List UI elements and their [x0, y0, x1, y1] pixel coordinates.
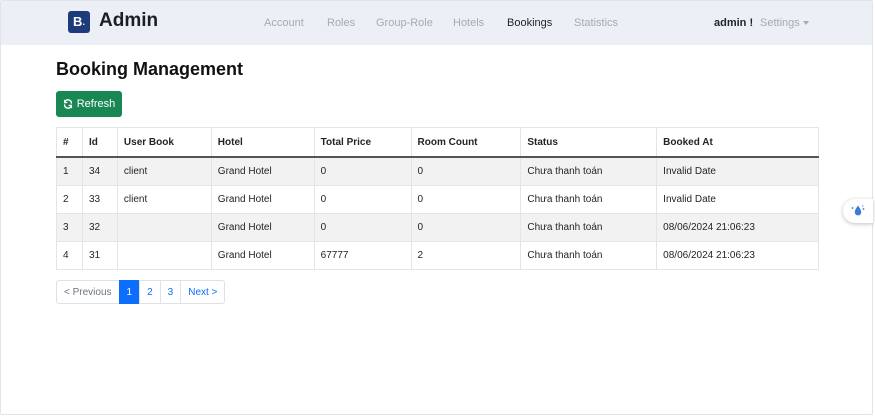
- nav-link-account[interactable]: Account: [264, 17, 304, 29]
- cell-total-price: 0: [313, 185, 412, 214]
- column-header-booked-at: Booked At: [656, 127, 819, 158]
- cell-id: 32: [81, 213, 118, 242]
- cell-hotel: Grand Hotel: [210, 241, 315, 270]
- pagination-next[interactable]: Next >: [180, 280, 226, 304]
- cell-booked-at: 08/06/2024 21:06:23: [656, 213, 819, 242]
- settings-dropdown[interactable]: Settings: [760, 17, 809, 29]
- nav-link-bookings[interactable]: Bookings: [507, 17, 552, 29]
- cell-status: Chưa thanh toán: [520, 156, 658, 186]
- nav-link-hotels[interactable]: Hotels: [453, 17, 484, 29]
- column-header-total-price: Total Price: [313, 127, 412, 158]
- cell-booked-at: Invalid Date: [656, 185, 819, 214]
- cell-status: Chưa thanh toán: [520, 213, 658, 242]
- cell-user-book: [116, 241, 212, 270]
- water-drop-icon: [851, 205, 865, 216]
- nav-link-roles[interactable]: Roles: [327, 17, 355, 29]
- pagination-page-1[interactable]: 1: [118, 280, 141, 304]
- bookings-table: # Id User Book Hotel Total Price Room Co…: [56, 127, 819, 270]
- cell-room-count: 0: [410, 213, 522, 242]
- column-header-index: #: [56, 127, 83, 158]
- column-header-room-count: Room Count: [410, 127, 522, 158]
- nav-link-group-role[interactable]: Group-Role: [376, 17, 433, 29]
- refresh-label: Refresh: [76, 98, 116, 110]
- chevron-down-icon: [802, 21, 809, 26]
- table-row[interactable]: 3 32 Grand Hotel 0 0 Chưa thanh toán 08/…: [56, 213, 819, 242]
- cell-total-price: 0: [313, 156, 412, 186]
- cell-total-price: 67777: [313, 241, 412, 270]
- pagination-page-2[interactable]: 2: [139, 280, 161, 304]
- cell-id: 31: [81, 241, 118, 270]
- cell-hotel: Grand Hotel: [210, 213, 315, 242]
- cell-hotel: Grand Hotel: [210, 185, 315, 214]
- cell-booked-at: Invalid Date: [656, 156, 819, 186]
- pagination-previous[interactable]: < Previous: [56, 280, 120, 304]
- brand-logo[interactable]: B.: [68, 11, 90, 33]
- top-navbar: B. Admin Account Roles Group-Role Hotels…: [1, 1, 872, 45]
- brand-name[interactable]: Admin: [99, 10, 158, 32]
- column-header-status: Status: [520, 127, 658, 158]
- table-row[interactable]: 2 33 client Grand Hotel 0 0 Chưa thanh t…: [56, 185, 819, 214]
- column-header-user-book: User Book: [116, 127, 212, 158]
- cell-room-count: 0: [410, 185, 522, 214]
- table-header-row: # Id User Book Hotel Total Price Room Co…: [56, 127, 819, 158]
- cell-user-book: client: [116, 185, 212, 214]
- cell-status: Chưa thanh toán: [520, 185, 658, 214]
- table-row[interactable]: 1 34 client Grand Hotel 0 0 Chưa thanh t…: [56, 156, 819, 186]
- refresh-icon: [63, 99, 72, 109]
- nav-link-statistics[interactable]: Statistics: [574, 17, 618, 29]
- refresh-button[interactable]: Refresh: [56, 91, 122, 117]
- cell-id: 33: [81, 185, 118, 214]
- current-user: admin !: [714, 17, 754, 29]
- column-header-id: Id: [81, 127, 118, 158]
- pagination-page-3[interactable]: 3: [159, 280, 182, 304]
- cell-id: 34: [81, 156, 118, 186]
- cell-hotel: Grand Hotel: [210, 156, 315, 186]
- floating-widget-button[interactable]: [843, 199, 873, 223]
- cell-index: 1: [56, 156, 83, 186]
- cell-user-book: client: [116, 156, 212, 186]
- cell-index: 4: [56, 241, 83, 270]
- page-title: Booking Management: [56, 59, 244, 79]
- table-row[interactable]: 4 31 Grand Hotel 67777 2 Chưa thanh toán…: [56, 241, 819, 270]
- cell-index: 2: [56, 185, 83, 214]
- cell-booked-at: 08/06/2024 21:06:23: [656, 241, 819, 270]
- column-header-hotel: Hotel: [210, 127, 315, 158]
- cell-index: 3: [56, 213, 83, 242]
- cell-status: Chưa thanh toán: [520, 241, 658, 270]
- cell-user-book: [116, 213, 212, 242]
- cell-room-count: 2: [410, 241, 522, 270]
- settings-label: Settings: [760, 17, 800, 29]
- cell-total-price: 0: [313, 213, 412, 242]
- cell-room-count: 0: [410, 156, 522, 186]
- pagination: < Previous 1 2 3 Next >: [56, 280, 226, 304]
